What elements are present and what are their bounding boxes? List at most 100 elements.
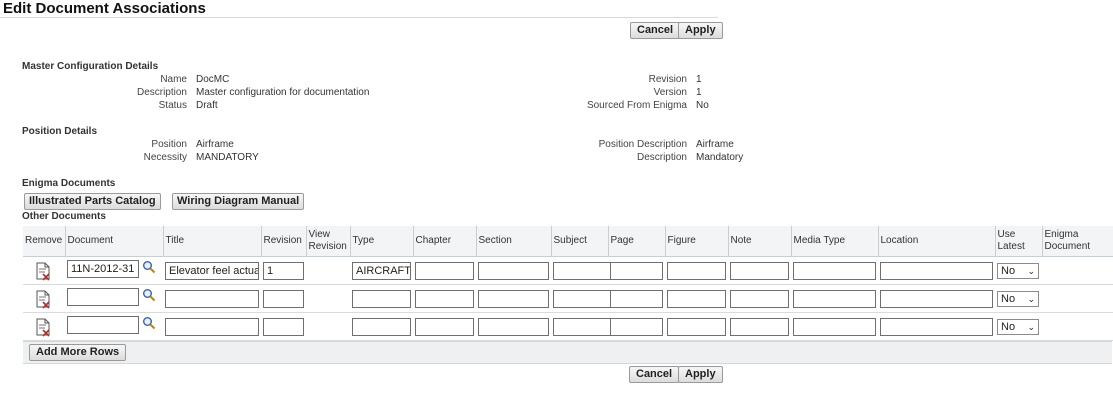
use-latest-select[interactable]: No ⌄ <box>997 318 1039 335</box>
document-input[interactable]: 11N-2012-31 <box>67 260 139 278</box>
revision-label: Revision <box>648 74 687 85</box>
page-input[interactable] <box>610 289 663 308</box>
necessity-label: Necessity <box>143 152 187 163</box>
chevron-down-icon: ⌄ <box>1027 265 1035 276</box>
position-details-section-title: Position Details <box>22 126 98 137</box>
col-use-latest-line2: Latest <box>997 241 1025 252</box>
name-value: DocMC <box>196 74 230 85</box>
media-type-input[interactable] <box>793 289 876 308</box>
version-value: 1 <box>696 87 702 98</box>
page-input[interactable] <box>610 261 663 280</box>
apply-button-top[interactable]: Apply <box>678 22 723 39</box>
necessity-value: MANDATORY <box>196 152 259 163</box>
view-revision-cell <box>306 256 350 285</box>
section-input[interactable] <box>478 317 549 336</box>
sourced-from-enigma-label: Sourced From Enigma <box>586 100 687 111</box>
col-media-type: Media Type <box>790 226 878 257</box>
col-revision: Revision <box>260 226 306 257</box>
col-chapter: Chapter <box>412 226 476 257</box>
revision-input[interactable] <box>263 317 304 336</box>
title-input[interactable]: Elevator feel actua <box>165 261 259 280</box>
col-subject: Subject <box>550 226 608 257</box>
status-label: Status <box>158 100 187 111</box>
figure-input[interactable] <box>667 261 726 280</box>
media-type-input[interactable] <box>793 317 876 336</box>
enigma-documents-section-title: Enigma Documents <box>22 178 116 189</box>
location-input[interactable] <box>880 261 993 280</box>
status-value: Draft <box>196 100 218 111</box>
remove-document-icon[interactable] <box>33 317 53 337</box>
add-more-rows-button[interactable]: Add More Rows <box>29 344 127 361</box>
revision-input[interactable]: 1 <box>263 261 304 280</box>
revision-input[interactable] <box>263 289 304 308</box>
use-latest-value: No <box>1001 292 1016 305</box>
revision-value: 1 <box>696 74 702 85</box>
remove-document-icon[interactable] <box>33 289 53 309</box>
table-header-row: Remove Document Title Revision View Revis… <box>23 226 1113 257</box>
cancel-button-top[interactable]: Cancel <box>630 22 681 39</box>
chapter-input[interactable] <box>415 261 474 280</box>
document-input[interactable] <box>67 316 139 334</box>
add-rows-bar <box>23 341 1112 364</box>
remove-document-icon[interactable] <box>33 261 53 281</box>
table-row: No ⌄ <box>23 284 1113 313</box>
title-divider <box>0 17 718 18</box>
use-latest-select[interactable]: No ⌄ <box>997 290 1039 307</box>
note-input[interactable] <box>730 317 789 336</box>
search-icon[interactable] <box>142 260 156 274</box>
title-input[interactable] <box>165 317 259 336</box>
position-necessity-description-value: Mandatory <box>696 152 744 163</box>
page-input[interactable] <box>610 317 663 336</box>
location-input[interactable] <box>880 317 993 336</box>
figure-input[interactable] <box>667 317 726 336</box>
enigma-document-cell <box>1042 284 1113 313</box>
other-documents-table: Remove Document Title Revision View Revis… <box>23 226 1113 341</box>
position-description-label: Position Description <box>598 139 687 150</box>
col-section: Section <box>475 226 551 257</box>
apply-button-bottom[interactable]: Apply <box>678 366 723 383</box>
use-latest-cell: No ⌄ <box>995 312 1042 341</box>
media-type-input[interactable] <box>793 261 876 280</box>
use-latest-value: No <box>1001 320 1016 333</box>
name-label: Name <box>160 74 187 85</box>
type-input[interactable] <box>352 317 411 336</box>
cancel-button-bottom[interactable]: Cancel <box>629 366 680 383</box>
chapter-input[interactable] <box>415 317 474 336</box>
other-documents-section-title: Other Documents <box>22 211 106 222</box>
section-input[interactable] <box>478 289 549 308</box>
search-icon[interactable] <box>142 288 156 302</box>
location-input[interactable] <box>880 289 993 308</box>
enigma-document-cell <box>1042 256 1113 285</box>
note-input[interactable] <box>730 289 789 308</box>
col-title: Title <box>162 226 261 257</box>
chevron-down-icon: ⌄ <box>1027 293 1035 304</box>
search-icon[interactable] <box>142 316 156 330</box>
note-input[interactable] <box>730 261 789 280</box>
version-label: Version <box>653 87 687 98</box>
col-note: Note <box>727 226 791 257</box>
col-document: Document <box>64 226 163 257</box>
illustrated-parts-catalog-button[interactable]: Illustrated Parts Catalog <box>24 193 161 210</box>
position-necessity-description-label: Description <box>636 152 687 163</box>
chevron-down-icon: ⌄ <box>1027 321 1035 332</box>
col-view-revision-line1: View <box>308 229 331 240</box>
col-view-revision: View Revision <box>305 226 350 257</box>
wiring-diagram-manual-button[interactable]: Wiring Diagram Manual <box>172 193 305 210</box>
document-cell <box>65 284 163 313</box>
remove-cell <box>23 312 65 341</box>
table-row: No ⌄ <box>23 312 1113 341</box>
document-input[interactable] <box>67 288 139 306</box>
type-input[interactable]: AIRCRAFT <box>352 261 411 280</box>
use-latest-select[interactable]: No ⌄ <box>997 262 1039 279</box>
position-label: Position <box>151 139 187 150</box>
col-use-latest-line1: Use <box>997 229 1016 240</box>
type-input[interactable] <box>352 289 411 308</box>
col-use-latest: Use Latest <box>994 226 1042 257</box>
master-config-section-title: Master Configuration Details <box>22 61 159 72</box>
section-input[interactable] <box>478 261 549 280</box>
figure-input[interactable] <box>667 289 726 308</box>
title-input[interactable] <box>165 289 259 308</box>
chapter-input[interactable] <box>415 289 474 308</box>
page-title: Edit Document Associations <box>3 0 206 17</box>
remove-cell <box>23 256 65 285</box>
